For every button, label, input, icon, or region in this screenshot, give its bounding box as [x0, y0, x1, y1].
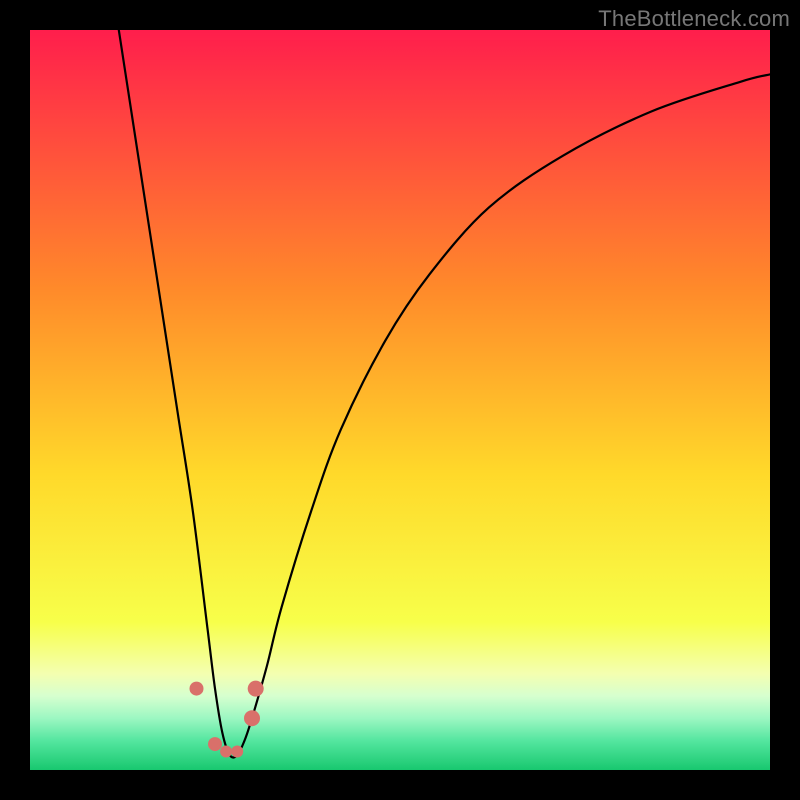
- curve-marker: [231, 746, 243, 758]
- curve-marker: [208, 737, 222, 751]
- curve-marker: [248, 681, 264, 697]
- watermark-text: TheBottleneck.com: [598, 6, 790, 32]
- chart-svg: [30, 30, 770, 770]
- chart-plot-area: [30, 30, 770, 770]
- curve-marker: [190, 682, 204, 696]
- curve-marker: [244, 710, 260, 726]
- gradient-background: [30, 30, 770, 770]
- curve-marker: [220, 746, 232, 758]
